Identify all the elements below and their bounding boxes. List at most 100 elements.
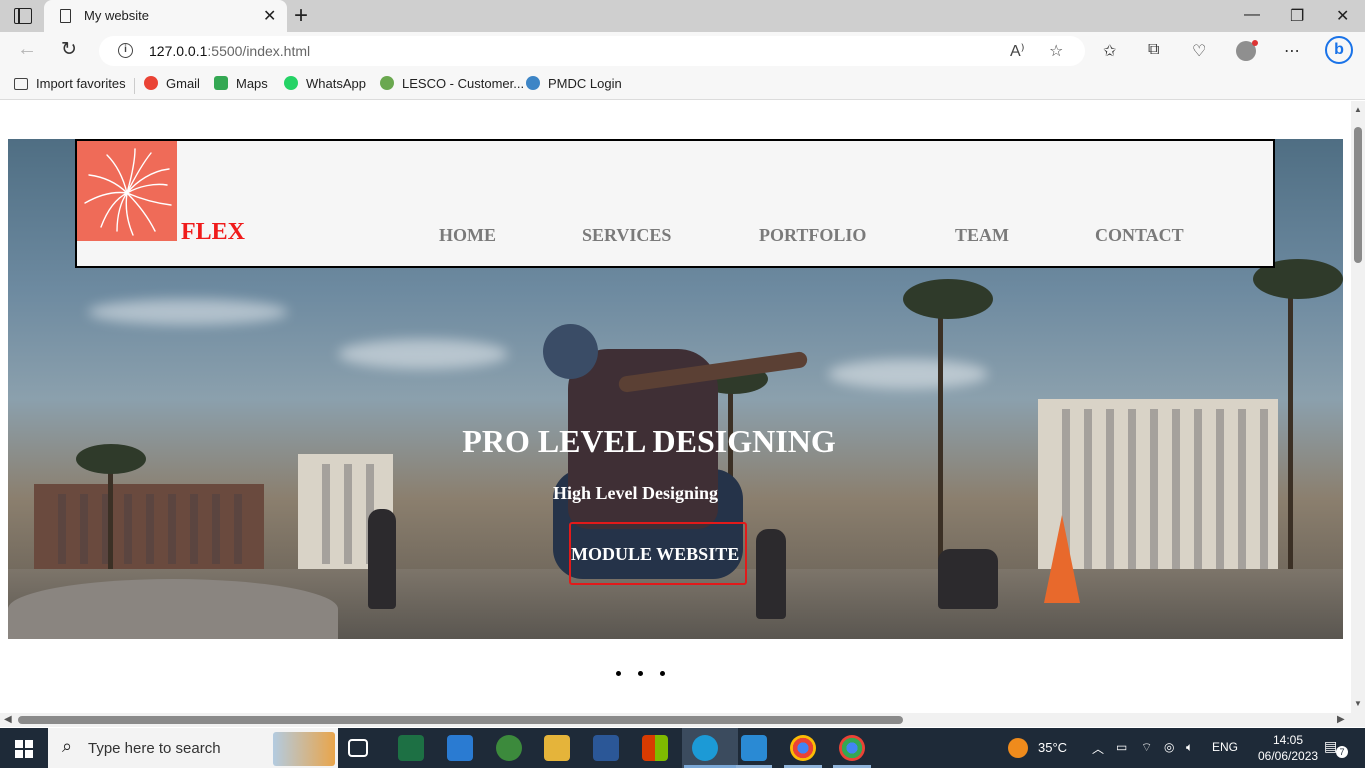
- clock-date: 06/06/2023: [1258, 749, 1319, 763]
- favorite-label: Maps: [236, 76, 268, 91]
- nav-home[interactable]: HOME: [439, 225, 496, 246]
- nav-team[interactable]: TEAM: [955, 225, 1009, 246]
- vertical-scrollbar[interactable]: ▲ ▼: [1351, 101, 1365, 727]
- carousel-dots: [610, 671, 674, 681]
- collections-icon[interactable]: ⧉: [1148, 41, 1159, 59]
- import-icon: [14, 78, 28, 90]
- back-icon[interactable]: ←: [17, 38, 37, 61]
- volume-icon[interactable]: 🔈︎: [1186, 740, 1193, 755]
- reload-icon[interactable]: ↻: [61, 38, 77, 61]
- notification-count: 7: [1336, 746, 1348, 758]
- bing-icon[interactable]: b: [1325, 36, 1353, 64]
- favorite-label: PMDC Login: [548, 76, 622, 91]
- word-icon[interactable]: [593, 735, 619, 761]
- wifi-icon[interactable]: ⌔: [1141, 740, 1152, 755]
- url-path: :5500/index.html: [207, 43, 311, 59]
- address-bar[interactable]: i 127.0.0.1:5500/index.html A⁾ ☆: [99, 36, 1085, 66]
- cloud-shape: [88, 299, 288, 325]
- scroll-left-icon[interactable]: ◀: [4, 714, 12, 725]
- mail-icon[interactable]: [447, 735, 473, 761]
- meet-icon[interactable]: ◎: [1164, 740, 1174, 754]
- favorite-label: WhatsApp: [306, 76, 366, 91]
- hero-section: FLEX HOME SERVICES PORTFOLIO TEAM CONTAC…: [8, 139, 1343, 639]
- edge-icon[interactable]: [692, 735, 718, 761]
- browser-tab[interactable]: My website ✕: [44, 0, 287, 32]
- windows-start-icon[interactable]: [15, 740, 33, 758]
- favorite-whatsapp[interactable]: WhatsApp: [284, 76, 366, 91]
- flower-logo-icon: [84, 148, 172, 236]
- excel-icon[interactable]: [398, 735, 424, 761]
- info-icon[interactable]: i: [118, 43, 133, 58]
- favorite-lesco[interactable]: LESCO - Customer...: [380, 76, 524, 91]
- extensions-icon[interactable]: ♡: [1192, 41, 1206, 61]
- show-hidden-icons-icon[interactable]: ︿: [1092, 740, 1104, 757]
- scroll-right-icon[interactable]: ▶: [1337, 714, 1345, 725]
- module-website-button[interactable]: MODULE WEBSITE: [569, 522, 747, 585]
- favorite-label: Gmail: [166, 76, 200, 91]
- nav-services[interactable]: SERVICES: [582, 225, 671, 246]
- clock-time: 14:05: [1272, 733, 1304, 747]
- url-host: 127.0.0.1: [149, 43, 208, 59]
- favorite-label: Import favorites: [36, 76, 126, 91]
- hero-subtitle: High Level Designing: [552, 483, 718, 503]
- close-tab-icon[interactable]: ✕: [263, 6, 276, 26]
- nav-portfolio[interactable]: PORTFOLIO: [759, 225, 866, 246]
- tab-actions-icon[interactable]: [14, 8, 32, 24]
- favorite-star-icon[interactable]: ☆: [1049, 41, 1063, 61]
- palm-trunk: [108, 459, 113, 579]
- language-indicator[interactable]: ENG: [1212, 740, 1238, 754]
- xbox-icon[interactable]: [496, 735, 522, 761]
- more-menu-icon[interactable]: ⋯: [1284, 41, 1300, 61]
- gmail-icon: [144, 76, 158, 90]
- taskbar-clock[interactable]: 14:05 06/06/2023: [1258, 732, 1318, 764]
- tab-title: My website: [84, 8, 150, 23]
- restore-icon[interactable]: ❐: [1290, 6, 1304, 26]
- carousel-dot[interactable]: [660, 671, 665, 676]
- bystander: [938, 549, 998, 609]
- lesco-icon: [380, 76, 394, 90]
- search-placeholder: Type here to search: [88, 740, 221, 757]
- chrome-icon[interactable]: [839, 735, 865, 761]
- taskbar-search[interactable]: ⌕ Type here to search: [48, 728, 338, 768]
- maps-icon: [214, 76, 228, 90]
- carousel-dot[interactable]: [638, 671, 643, 676]
- windows-taskbar: ⌕ Type here to search 35°C ︿ ▭ ⌔ ◎ 🔈︎ EN…: [0, 728, 1365, 768]
- minimize-icon[interactable]: —: [1244, 6, 1260, 24]
- favorite-label: LESCO - Customer...: [402, 76, 525, 91]
- traffic-cone: [1044, 515, 1080, 603]
- logo[interactable]: [77, 141, 177, 241]
- nav-contact[interactable]: CONTACT: [1095, 225, 1184, 246]
- horizontal-scroll-thumb[interactable]: [18, 716, 903, 724]
- read-aloud-icon[interactable]: A⁾: [1010, 41, 1025, 61]
- building-windows: [44, 494, 254, 564]
- favorite-import[interactable]: Import favorites: [14, 76, 126, 91]
- scroll-down-icon[interactable]: ▼: [1354, 699, 1362, 708]
- cloud-shape: [338, 339, 508, 369]
- chrome-profile-icon[interactable]: [790, 735, 816, 761]
- carousel-dot[interactable]: [616, 671, 621, 676]
- battery-icon[interactable]: ▭: [1116, 740, 1127, 754]
- weather-sun-icon[interactable]: [1008, 738, 1028, 758]
- url-text[interactable]: 127.0.0.1:5500/index.html: [149, 43, 310, 59]
- vscode-icon[interactable]: [741, 735, 767, 761]
- favorite-maps[interactable]: Maps: [214, 76, 268, 91]
- address-toolbar: ← ↻ i 127.0.0.1:5500/index.html A⁾ ☆ ✩ ⧉…: [0, 32, 1365, 70]
- scroll-up-icon[interactable]: ▲: [1354, 105, 1362, 114]
- close-window-icon[interactable]: ✕: [1336, 6, 1349, 26]
- task-view-icon[interactable]: [348, 739, 368, 757]
- favorites-separator: [134, 78, 135, 94]
- brand-name[interactable]: FLEX: [181, 219, 245, 246]
- vertical-scroll-thumb[interactable]: [1354, 127, 1362, 263]
- office-icon[interactable]: [642, 735, 668, 761]
- horizontal-scrollbar[interactable]: ◀ ▶: [0, 713, 1351, 727]
- hero-title: PRO LEVEL DESIGNING: [462, 423, 836, 459]
- new-tab-icon[interactable]: +: [294, 2, 308, 30]
- pmdc-icon: [526, 76, 540, 90]
- favorite-pmdc[interactable]: PMDC Login: [526, 76, 622, 91]
- file-explorer-icon[interactable]: [544, 735, 570, 761]
- skate-ramp: [8, 579, 338, 639]
- weather-temperature[interactable]: 35°C: [1038, 740, 1067, 755]
- favorite-gmail[interactable]: Gmail: [144, 76, 200, 91]
- favorites-icon[interactable]: ✩: [1103, 41, 1116, 61]
- profile-notification-dot: [1252, 40, 1258, 46]
